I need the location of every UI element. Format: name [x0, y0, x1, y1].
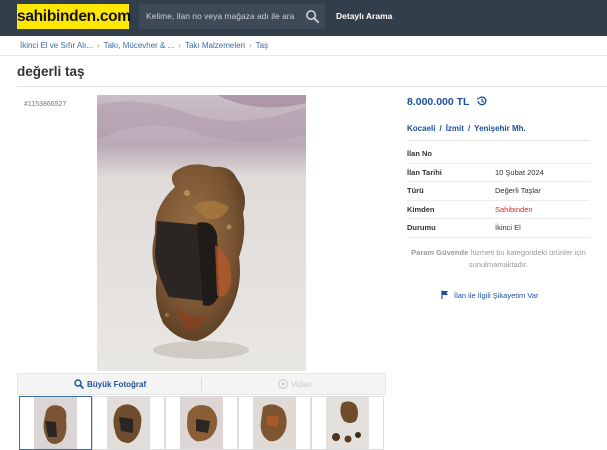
complaint-label: İlan ile İlgili Şikayetim Var — [454, 291, 539, 300]
flag-icon — [441, 290, 448, 299]
detail-label: İlan No — [407, 149, 433, 158]
site-logo[interactable]: sahibinden.com — [17, 4, 131, 29]
play-icon — [278, 379, 288, 389]
breadcrumb-item-materials[interactable]: Takı Malzemeleri — [185, 41, 245, 50]
breadcrumb: İkinci El ve Sıfır Alı... › Takı, Mücevher… — [0, 36, 607, 56]
thumbnail-1[interactable] — [19, 396, 92, 450]
thumbnail-3[interactable] — [165, 396, 238, 450]
detail-label: İlan Tarihi — [407, 167, 442, 177]
photo-toolbar: Büyük Fotoğraf Video — [17, 373, 386, 395]
stone-photo — [97, 95, 306, 371]
complaint-link[interactable]: İlan ile İlgili Şikayetim Var — [441, 290, 538, 300]
breadcrumb-item-stone[interactable]: Taş — [256, 41, 268, 50]
thumbnail-2[interactable] — [92, 396, 165, 450]
ad-id: #1153866527 — [24, 101, 67, 108]
location: Kocaeli / İzmit / Yenişehir Mh. — [407, 124, 526, 133]
detail-value: Sahibinden — [495, 204, 533, 214]
location-neighborhood[interactable]: Yenişehir Mh. — [474, 124, 526, 133]
location-separator: / — [467, 124, 471, 133]
stone-thumbnail-image — [312, 397, 383, 449]
listing-details: İlan No İlan Tarihi 10 Şubat 2024 Türü D… — [407, 145, 590, 238]
location-divider — [407, 140, 590, 141]
thumbnail-strip — [17, 396, 386, 450]
breadcrumb-item-jewelry[interactable]: Takı, Mücevher & ... — [104, 41, 175, 50]
chevron-right-icon: › — [178, 41, 181, 50]
detail-row-date: İlan Tarihi 10 Şubat 2024 — [407, 164, 590, 182]
detail-label: Kimden — [407, 204, 435, 214]
chevron-right-icon: › — [248, 41, 252, 50]
magnifier-icon — [74, 379, 84, 389]
advanced-search-link[interactable]: Detaylı Arama — [336, 0, 392, 33]
location-separator: / — [439, 124, 442, 133]
big-photo-label: Büyük Fotoğraf — [87, 380, 147, 389]
video-label: Video — [291, 380, 312, 389]
location-city[interactable]: Kocaeli — [407, 124, 435, 133]
chevron-right-icon: › — [96, 41, 100, 50]
secure-payment-name: Param Güvende — [411, 248, 469, 257]
detail-row-type: Türü Değerli Taşlar — [407, 182, 590, 201]
top-header: sahibinden.com Kelime, ilan no veya mağa… — [0, 0, 607, 36]
detail-row-condition: Durumu İkinci El — [407, 219, 590, 238]
location-district[interactable]: İzmit — [446, 124, 464, 133]
price: 8.000.000 TL — [407, 96, 470, 108]
thumbnail-5[interactable] — [311, 396, 384, 450]
thumbnail-4[interactable] — [238, 396, 311, 450]
main-photo[interactable] — [97, 95, 306, 371]
stone-thumbnail-image — [239, 397, 310, 449]
detail-value: Değerli Taşlar — [495, 186, 541, 195]
title-divider — [17, 86, 607, 87]
stone-thumbnail-image — [166, 397, 237, 449]
stone-thumbnail-image — [93, 397, 164, 449]
big-photo-button[interactable]: Büyük Fotoğraf — [74, 374, 146, 395]
search-placeholder: Kelime, ilan no veya mağaza adı ile ara — [146, 11, 295, 21]
detail-value: 10 Şubat 2024 — [495, 167, 544, 177]
detail-row-ad-no: İlan No — [407, 145, 590, 164]
price-history-icon[interactable] — [476, 95, 488, 107]
page-title: değerli taş — [17, 64, 85, 79]
secure-payment-notice: Param Güvende hizmeti bu kategorideki ür… — [407, 247, 590, 270]
detail-label: Türü — [407, 186, 424, 195]
detail-label: Durumu — [407, 223, 436, 232]
stone-thumbnail-image — [20, 397, 91, 449]
breadcrumb-item-category[interactable]: İkinci El ve Sıfır Alı... — [20, 41, 93, 50]
video-button[interactable]: Video — [278, 374, 311, 395]
secure-payment-text: hizmeti bu kategorideki ürünler için sun… — [468, 248, 586, 269]
toolbar-divider — [201, 378, 202, 391]
search-input[interactable]: Kelime, ilan no veya mağaza adı ile ara — [139, 4, 325, 29]
detail-value: İkinci El — [495, 223, 521, 232]
search-icon[interactable] — [305, 9, 320, 24]
detail-row-seller: Kimden Sahibinden — [407, 201, 590, 219]
